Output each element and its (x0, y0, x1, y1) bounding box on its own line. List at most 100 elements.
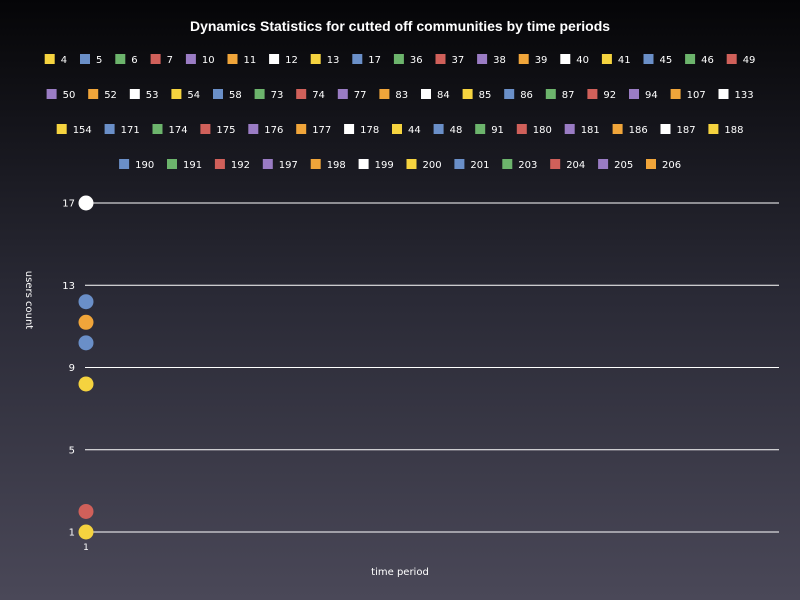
legend-swatch (44, 54, 55, 64)
legend-label: 4 (61, 55, 67, 66)
legend-label: 192 (231, 160, 250, 171)
legend-swatch (477, 54, 488, 64)
legend-label: 197 (279, 160, 298, 171)
legend-label: 175 (216, 125, 235, 136)
legend-label: 45 (660, 55, 673, 66)
legend-swatch (88, 89, 99, 99)
legend-label: 86 (520, 90, 533, 101)
legend-label: 204 (566, 160, 585, 171)
legend-swatch (433, 124, 444, 134)
legend-swatch (629, 89, 639, 99)
legend-swatch (269, 54, 280, 64)
legend-swatch (560, 54, 571, 64)
legend-label: 190 (135, 160, 154, 171)
legend-swatch (406, 159, 417, 169)
legend-swatch (296, 89, 307, 99)
legend-label: 206 (662, 160, 681, 171)
legend-swatch (545, 89, 556, 99)
legend-label: 5 (96, 55, 102, 66)
legend-label: 180 (533, 125, 552, 136)
legend-swatch (119, 159, 130, 169)
legend-label: 85 (479, 90, 492, 101)
y-tick-label: 1 (69, 528, 75, 539)
legend-label: 94 (645, 90, 658, 101)
legend-label: 107 (687, 90, 706, 101)
legend-swatch (462, 89, 473, 99)
legend-label: 181 (581, 125, 600, 136)
legend-label: 38 (493, 55, 506, 66)
legend-label: 91 (491, 125, 504, 136)
legend-label: 74 (312, 90, 325, 101)
legend: 4 5 6 7 10 11 12 13 17 36 37 38 39 40 41 45 46 4950 52 53 54… (44, 54, 755, 171)
legend-swatch (104, 124, 115, 134)
y-tick-label: 9 (69, 363, 75, 374)
data-point (78, 524, 94, 540)
legend-swatch (262, 159, 273, 169)
legend-label: 83 (395, 90, 408, 101)
legend-swatch (612, 124, 623, 134)
legend-swatch (167, 159, 177, 169)
legend-label: 12 (285, 55, 298, 66)
legend-swatch (601, 54, 612, 64)
legend-swatch (646, 159, 656, 169)
x-axis-label: time period (371, 567, 429, 578)
legend-label: 178 (360, 125, 379, 136)
legend-swatch (421, 89, 431, 99)
data-point (78, 376, 94, 392)
legend-swatch (708, 124, 719, 134)
grid-lines (85, 202, 779, 533)
y-tick-label: 5 (69, 445, 75, 456)
legend-label: 199 (375, 160, 394, 171)
legend-swatch (129, 89, 140, 99)
data-point (78, 335, 94, 351)
y-axis-label: users count (23, 271, 34, 329)
legend-label: 174 (169, 125, 188, 136)
legend-label: 58 (229, 90, 242, 101)
x-axis-ticks: 1 (83, 543, 89, 553)
legend-swatch (46, 89, 57, 99)
legend-swatch (200, 124, 211, 134)
legend-swatch (214, 159, 225, 169)
legend-label: 39 (535, 55, 548, 66)
legend-swatch (516, 124, 527, 134)
legend-swatch (504, 89, 515, 99)
legend-label: 84 (437, 90, 450, 101)
legend-swatch (587, 89, 598, 99)
legend-swatch (358, 159, 369, 169)
data-point (78, 195, 94, 211)
legend-swatch (152, 124, 163, 134)
legend-swatch (670, 89, 681, 99)
legend-swatch (718, 89, 729, 99)
legend-swatch (352, 54, 363, 64)
legend-swatch (310, 159, 321, 169)
legend-swatch (171, 89, 182, 99)
legend-label: 41 (618, 55, 631, 66)
legend-swatch (643, 54, 654, 64)
legend-swatch (227, 54, 238, 64)
data-point (78, 503, 94, 519)
legend-swatch (598, 159, 609, 169)
legend-label: 201 (470, 160, 489, 171)
legend-label: 200 (423, 160, 442, 171)
legend-label: 186 (629, 125, 648, 136)
legend-swatch (502, 159, 513, 169)
legend-label: 191 (183, 160, 202, 171)
legend-swatch (518, 54, 529, 64)
legend-label: 133 (735, 90, 754, 101)
legend-swatch (248, 124, 259, 134)
legend-label: 154 (73, 125, 92, 136)
legend-swatch (185, 54, 196, 64)
legend-swatch (435, 54, 446, 64)
legend-label: 177 (312, 125, 331, 136)
legend-swatch (726, 54, 737, 64)
legend-swatch (310, 54, 321, 64)
x-tick-label: 1 (83, 543, 89, 553)
legend-label: 46 (701, 55, 714, 66)
legend-swatch (392, 124, 402, 134)
legend-swatch (475, 124, 486, 134)
legend-label: 53 (146, 90, 159, 101)
legend-swatch (80, 54, 90, 64)
legend-label: 37 (452, 55, 465, 66)
legend-label: 92 (603, 90, 616, 101)
legend-label: 54 (187, 90, 200, 101)
